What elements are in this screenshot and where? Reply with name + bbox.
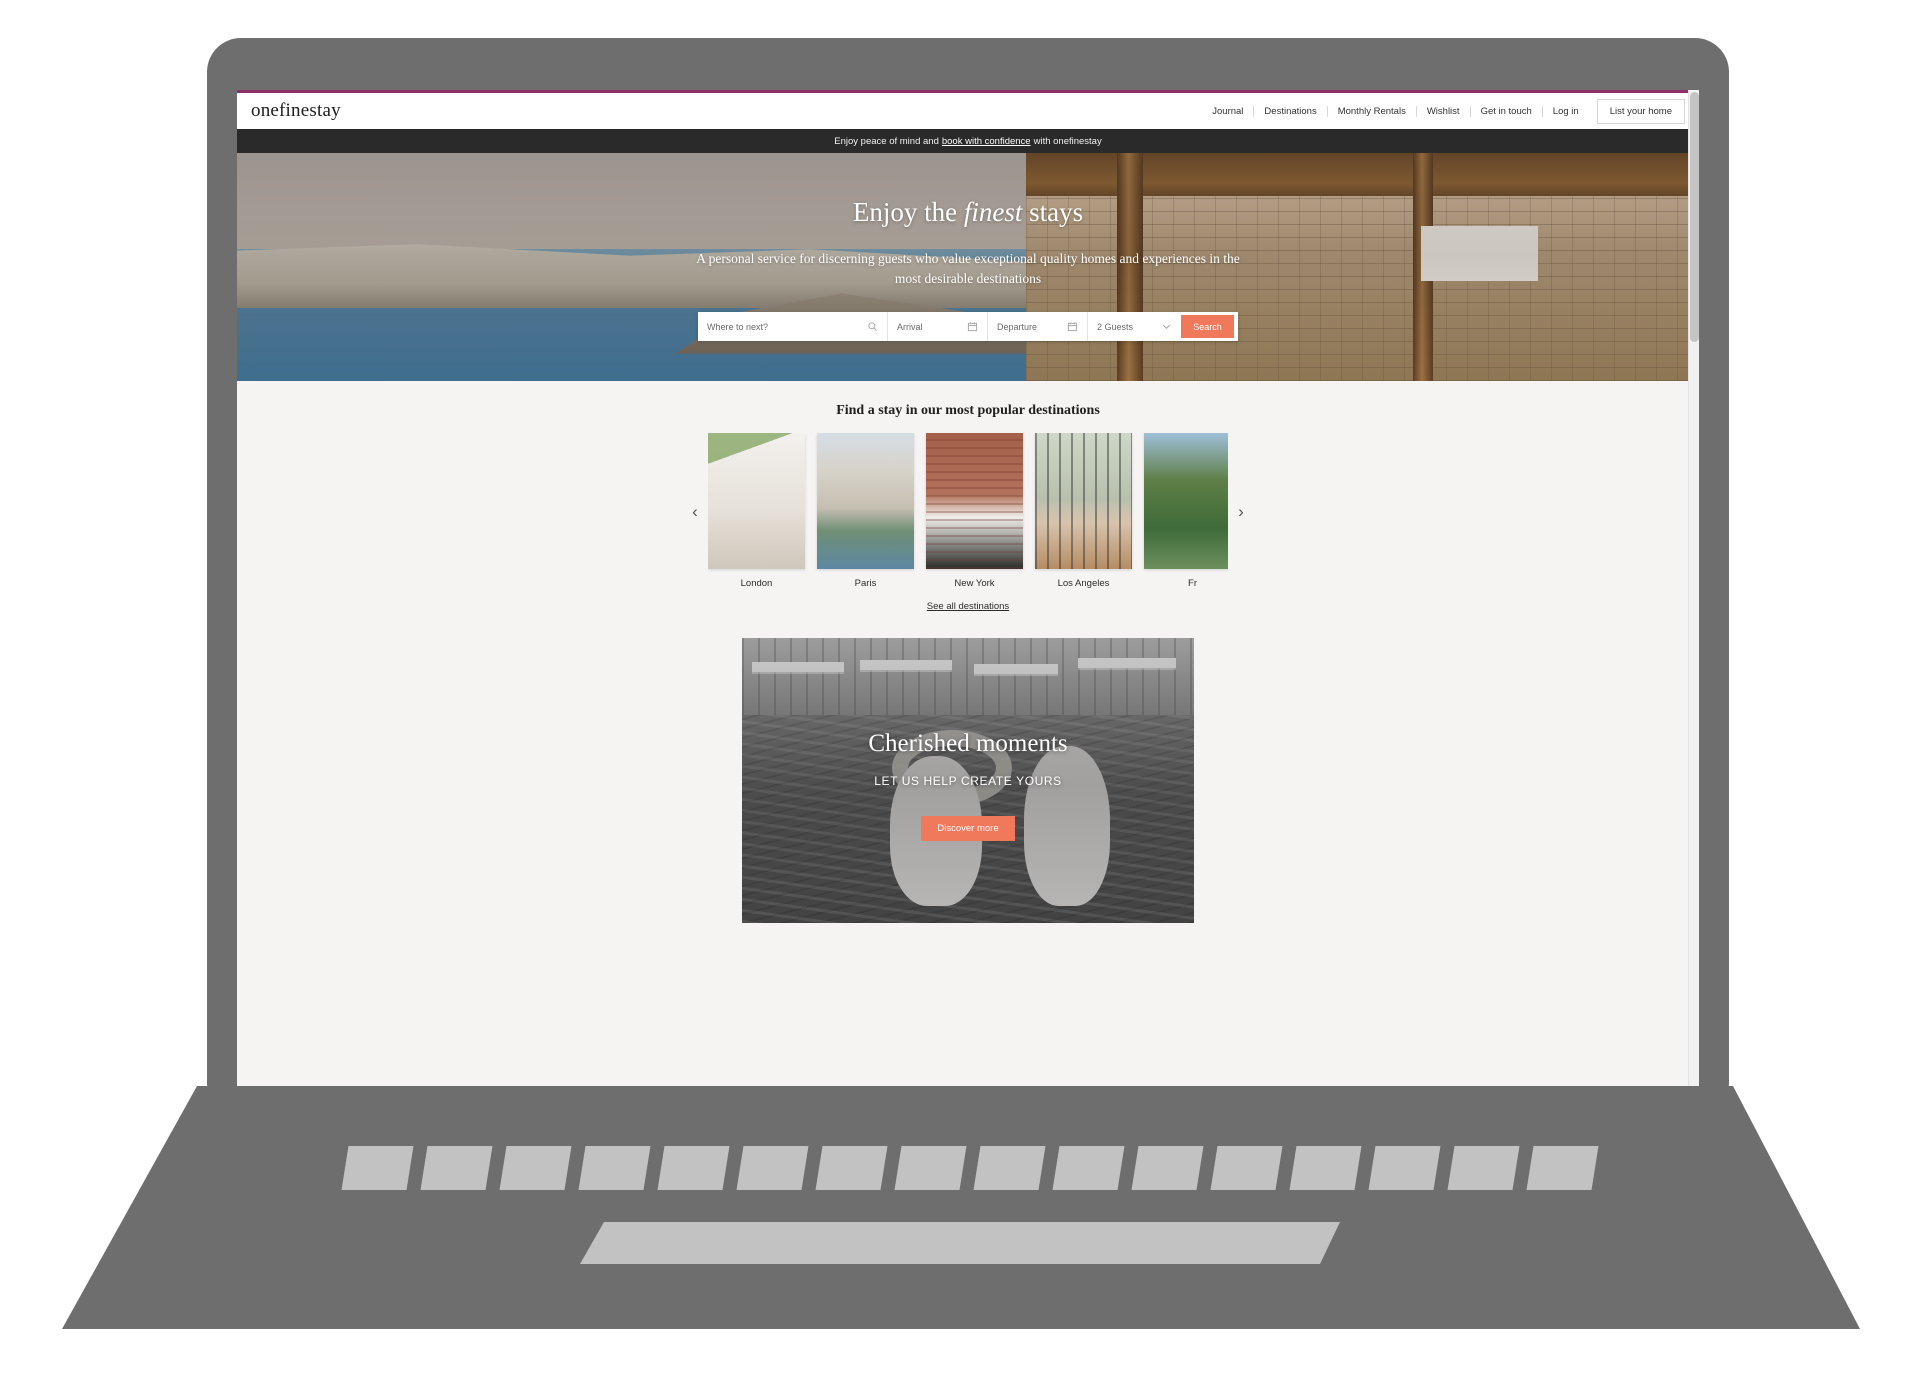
moments-subtitle: LET US HELP CREATE YOURS bbox=[874, 774, 1062, 788]
keyboard-key bbox=[1052, 1146, 1125, 1190]
arrival-date-input[interactable]: Arrival bbox=[888, 312, 988, 342]
destinations-carousel: ‹ London Paris New York Los Angeles Fr › bbox=[237, 433, 1699, 589]
laptop-trackpad bbox=[580, 1222, 1340, 1264]
hero-title-emphasis: finest bbox=[963, 197, 1023, 227]
keyboard-key bbox=[420, 1146, 493, 1190]
carousel-track: London Paris New York Los Angeles Fr bbox=[708, 433, 1228, 589]
laptop-keyboard bbox=[341, 1146, 1599, 1190]
departure-date-input[interactable]: Departure bbox=[988, 312, 1088, 342]
destination-label: Paris bbox=[854, 578, 877, 589]
hero-content: Enjoy the finest stays A personal servic… bbox=[237, 153, 1699, 342]
moments-banner: Cherished moments LET US HELP CREATE YOU… bbox=[742, 638, 1194, 923]
destination-placeholder-text: Where to next? bbox=[707, 321, 769, 332]
destination-card-los-angeles[interactable]: Los Angeles bbox=[1035, 433, 1132, 589]
destination-label: London bbox=[740, 578, 773, 589]
keyboard-key bbox=[499, 1146, 572, 1190]
cherished-moments-section: Cherished moments LET US HELP CREATE YOU… bbox=[237, 614, 1699, 923]
hero-title: Enjoy the finest stays bbox=[237, 197, 1699, 228]
keyboard-key bbox=[1289, 1146, 1362, 1190]
destination-card-london[interactable]: London bbox=[708, 433, 805, 589]
laptop-mockup: onefinestay Journal Destinations Monthly… bbox=[0, 0, 1920, 1379]
site-header: onefinestay Journal Destinations Monthly… bbox=[237, 93, 1699, 129]
laptop-base bbox=[62, 1086, 1860, 1329]
guests-select[interactable]: 2 Guests bbox=[1088, 312, 1181, 341]
destination-thumbnail bbox=[926, 433, 1023, 569]
carousel-prev-button[interactable]: ‹ bbox=[682, 503, 708, 520]
destination-thumbnail bbox=[1035, 433, 1132, 569]
keyboard-key bbox=[815, 1146, 888, 1190]
moments-content: Cherished moments LET US HELP CREATE YOU… bbox=[742, 730, 1194, 841]
hero-section: Enjoy the finest stays A personal servic… bbox=[237, 153, 1699, 381]
destination-label: Fr bbox=[1188, 578, 1197, 589]
nav-item-wishlist[interactable]: Wishlist bbox=[1417, 106, 1470, 117]
destination-card-paris[interactable]: Paris bbox=[817, 433, 914, 589]
see-all-destinations-link[interactable]: See all destinations bbox=[927, 601, 1009, 612]
calendar-icon bbox=[967, 322, 978, 332]
nav-item-destinations[interactable]: Destinations bbox=[1254, 106, 1326, 117]
main-nav: Journal Destinations Monthly Rentals Wis… bbox=[1202, 98, 1685, 124]
chevron-down-icon bbox=[1162, 324, 1171, 330]
search-bar: Where to next? Arrival Departure 2 Guest… bbox=[698, 312, 1238, 342]
destination-thumbnail bbox=[1144, 433, 1228, 569]
announcement-bar: Enjoy peace of mind and book with confid… bbox=[237, 129, 1699, 153]
nav-item-monthly-rentals[interactable]: Monthly Rentals bbox=[1328, 106, 1416, 117]
moments-title: Cherished moments bbox=[868, 730, 1068, 757]
keyboard-key bbox=[1447, 1146, 1520, 1190]
discover-more-button[interactable]: Discover more bbox=[921, 816, 1015, 841]
keyboard-key bbox=[578, 1146, 651, 1190]
announcement-suffix: with onefinestay bbox=[1033, 135, 1102, 147]
nav-item-log-in[interactable]: Log in bbox=[1543, 106, 1589, 117]
destination-thumbnail bbox=[708, 433, 805, 569]
laptop-screen: onefinestay Journal Destinations Monthly… bbox=[237, 90, 1699, 1090]
destination-label: New York bbox=[954, 578, 995, 589]
hero-title-part1: Enjoy the bbox=[852, 197, 964, 227]
calendar-icon bbox=[1067, 322, 1078, 332]
destination-card-new-york[interactable]: New York bbox=[926, 433, 1023, 589]
keyboard-key bbox=[657, 1146, 730, 1190]
website-viewport: onefinestay Journal Destinations Monthly… bbox=[237, 90, 1699, 1090]
keyboard-key bbox=[973, 1146, 1046, 1190]
hero-subtitle: A personal service for discerning guests… bbox=[696, 251, 1240, 286]
destination-thumbnail bbox=[817, 433, 914, 569]
nav-item-get-in-touch[interactable]: Get in touch bbox=[1471, 106, 1542, 117]
brand-logo[interactable]: onefinestay bbox=[251, 100, 341, 122]
guests-value-text: 2 Guests bbox=[1097, 321, 1134, 332]
popular-destinations-section: Find a stay in our most popular destinat… bbox=[237, 381, 1699, 614]
destination-search-input[interactable]: Where to next? bbox=[698, 312, 888, 342]
keyboard-key bbox=[1210, 1146, 1283, 1190]
search-icon bbox=[868, 322, 877, 332]
departure-placeholder-text: Departure bbox=[997, 321, 1038, 332]
carousel-next-button[interactable]: › bbox=[1228, 503, 1254, 520]
keyboard-key bbox=[1131, 1146, 1204, 1190]
keyboard-key bbox=[894, 1146, 967, 1190]
book-with-confidence-link[interactable]: book with confidence bbox=[942, 136, 1031, 147]
keyboard-key bbox=[1368, 1146, 1441, 1190]
keyboard-key bbox=[736, 1146, 809, 1190]
hero-title-part2: stays bbox=[1022, 197, 1084, 227]
destination-card-france[interactable]: Fr bbox=[1144, 433, 1228, 589]
list-your-home-button[interactable]: List your home bbox=[1596, 98, 1685, 124]
destination-label: Los Angeles bbox=[1057, 578, 1110, 589]
search-button[interactable]: Search bbox=[1181, 315, 1234, 339]
keyboard-key bbox=[1526, 1146, 1599, 1190]
destinations-title: Find a stay in our most popular destinat… bbox=[836, 403, 1100, 418]
announcement-prefix: Enjoy peace of mind and bbox=[834, 135, 939, 147]
arrival-placeholder-text: Arrival bbox=[897, 321, 923, 332]
keyboard-key bbox=[341, 1146, 414, 1190]
nav-item-journal[interactable]: Journal bbox=[1202, 106, 1253, 117]
